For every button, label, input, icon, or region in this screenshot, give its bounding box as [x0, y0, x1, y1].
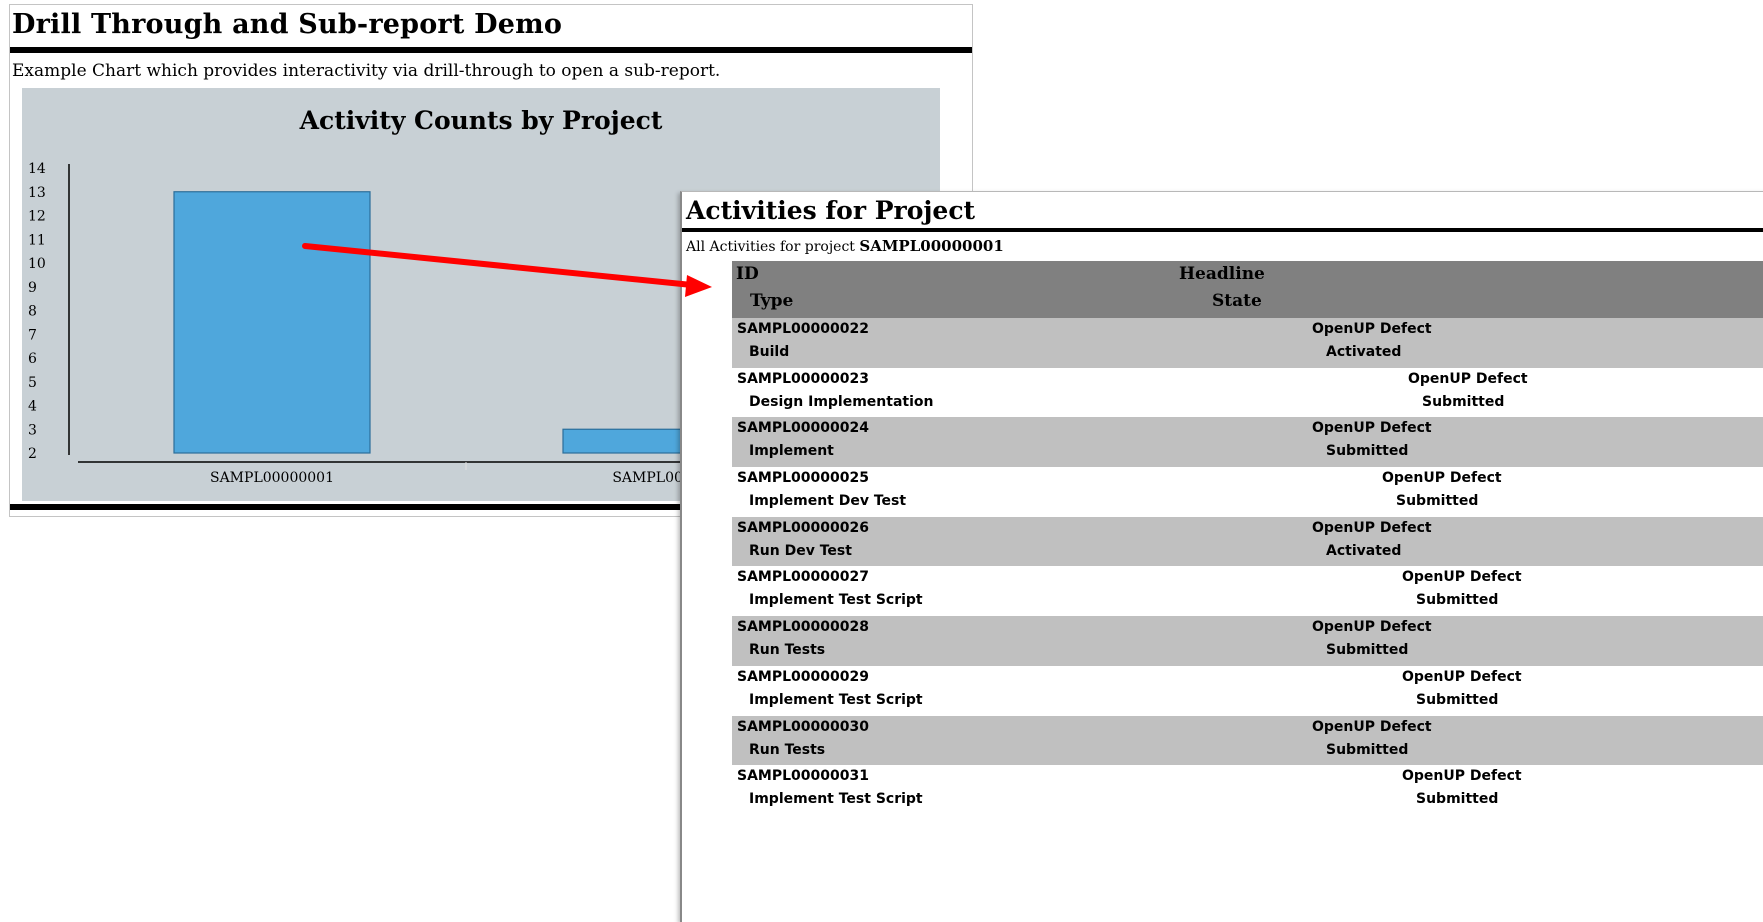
table-row[interactable]: SAMPL00000023 Design Implementation OpenUP…: [732, 367, 1763, 418]
row-type: Implement Test Script: [749, 691, 923, 708]
row-headline: OpenUP Defect: [1402, 668, 1522, 685]
row-id: SAMPL00000023: [737, 370, 869, 387]
y-tick-label: 3: [28, 422, 37, 438]
subreport-title-divider: [682, 228, 1763, 232]
row-id: SAMPL00000025: [737, 470, 869, 487]
y-tick-label: 10: [28, 256, 46, 272]
subreport-project-id: SAMPL00000001: [859, 237, 1004, 255]
y-tick-label: 5: [28, 375, 37, 391]
row-state: Activated: [1326, 542, 1402, 559]
row-headline: OpenUP Defect: [1312, 619, 1432, 636]
row-type: Design Implementation: [749, 393, 934, 410]
header-id[interactable]: ID: [736, 264, 759, 284]
row-type: Build: [749, 344, 790, 360]
subreport-title: Activities for Project: [686, 196, 976, 225]
subreport-description-prefix: All Activities for project: [686, 239, 860, 255]
row-type: Implement Test Script: [749, 592, 923, 609]
row-headline: OpenUP Defect: [1312, 519, 1432, 536]
row-id: SAMPL00000031: [737, 768, 869, 785]
row-state: Submitted: [1422, 393, 1505, 410]
report-description: Example Chart which provides interactivi…: [12, 61, 721, 81]
table-row[interactable]: SAMPL00000025 Implement Dev Test OpenUP De…: [732, 467, 1763, 517]
row-state: Submitted: [1416, 592, 1499, 609]
row-id: SAMPL00000028: [737, 619, 869, 636]
header-type[interactable]: Type: [750, 291, 793, 311]
row-state: Submitted: [1326, 642, 1409, 659]
row-headline: OpenUP Defect: [1312, 718, 1432, 735]
table-row[interactable]: SAMPL00000022 Build OpenUP Defect Activated: [732, 318, 1763, 368]
y-tick-label: 9: [28, 280, 37, 296]
row-id: SAMPL00000024: [737, 420, 869, 437]
y-tick-label: 2: [28, 446, 37, 462]
y-tick-label: 4: [28, 399, 37, 415]
row-headline: OpenUP Defect: [1312, 420, 1432, 437]
title-divider: [10, 47, 972, 53]
table-row[interactable]: SAMPL00000029 Implement Test Script OpenUP…: [732, 665, 1763, 716]
row-id: SAMPL00000027: [737, 569, 869, 586]
table-row[interactable]: SAMPL00000030 Run Tests OpenUP Defect Submi…: [732, 715, 1763, 766]
row-type: Run Dev Test: [749, 542, 852, 559]
report-title: Drill Through and Sub-report Demo: [12, 9, 563, 40]
row-headline: OpenUP Defect: [1402, 569, 1522, 586]
row-type: Implement Test Script: [749, 791, 923, 808]
y-tick-label: 7: [28, 327, 37, 343]
y-tick-label: 8: [28, 304, 37, 320]
y-tick-label: 6: [28, 351, 37, 367]
chart-title: Activity Counts by Project: [299, 106, 663, 135]
x-tick-label: SAMPL00000001: [210, 470, 334, 486]
table-row[interactable]: SAMPL00000024 Implement OpenUP Defect Submi…: [732, 417, 1763, 468]
y-tick-label: 14: [28, 161, 46, 177]
table-row[interactable]: SAMPL00000026 Run Dev Test OpenUP Defect Ac…: [732, 516, 1763, 567]
row-type: Implement: [749, 443, 834, 460]
activities-table: SAMPL00000022 Build OpenUP Defect Activated…: [732, 318, 1763, 815]
header-headline[interactable]: Headline: [1179, 264, 1265, 284]
row-headline: OpenUP Defect: [1402, 768, 1522, 785]
row-id: SAMPL00000030: [737, 718, 869, 735]
row-id: SAMPL00000029: [737, 668, 869, 685]
row-id: SAMPL00000022: [737, 321, 869, 337]
table-row[interactable]: SAMPL00000031 Implement Test Script OpenUP…: [732, 765, 1763, 815]
row-state: Submitted: [1326, 741, 1409, 758]
row-type: Run Tests: [749, 642, 826, 659]
table-row[interactable]: SAMPL00000027 Implement Test Script OpenUP…: [732, 566, 1763, 617]
row-state: Submitted: [1416, 791, 1499, 808]
subreport-description: All Activities for project SAMPL00000001: [686, 237, 1004, 255]
y-tick-label: 13: [28, 185, 46, 201]
y-tick-label: 12: [28, 209, 46, 225]
row-state: Submitted: [1326, 443, 1409, 460]
row-state: Submitted: [1396, 493, 1479, 510]
row-state: Activated: [1326, 344, 1402, 360]
bar-1: [173, 191, 371, 454]
row-headline: OpenUP Defect: [1382, 470, 1502, 487]
row-headline: OpenUP Defect: [1312, 321, 1432, 337]
row-type: Implement Dev Test: [749, 493, 907, 510]
row-id: SAMPL00000026: [737, 519, 869, 536]
row-headline: OpenUP Defect: [1408, 370, 1528, 387]
table-header: ID Headline Type State: [732, 261, 1763, 318]
header-state[interactable]: State: [1212, 291, 1262, 311]
y-tick-label: 11: [28, 232, 46, 248]
table-row[interactable]: SAMPL00000028 Run Tests OpenUP Defect Submi…: [732, 616, 1763, 666]
row-state: Submitted: [1416, 691, 1499, 708]
row-type: Run Tests: [749, 741, 826, 758]
subreport-window: Activities for Project All Activities fo…: [680, 191, 1763, 922]
